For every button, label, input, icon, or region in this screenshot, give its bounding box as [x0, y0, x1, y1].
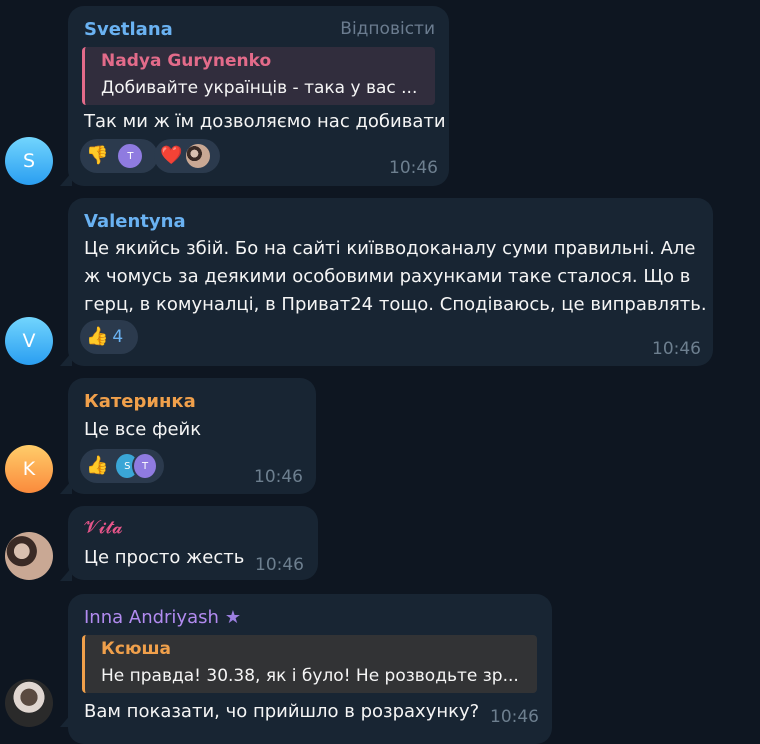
reaction-heart[interactable]: ❤️: [154, 139, 220, 173]
heart-icon: ❤️: [160, 145, 183, 166]
message-text-line-2: ж чомусь за деякими особовими рахунками …: [84, 266, 691, 287]
message-text: Це все фейк: [84, 419, 202, 440]
quoted-text: Добивайте українців - така у вас ...: [101, 78, 418, 98]
message-time: 10:46: [389, 158, 438, 178]
sender-name[interactable]: Valentyna: [84, 211, 186, 232]
message-text-line-3: герц, в комуналці, в Приват24 тощо. Спод…: [84, 294, 707, 315]
message-text: Це просто жесть: [84, 547, 245, 568]
reaction-thumbs-up[interactable]: 👍 4: [80, 320, 138, 354]
reaction-thumbs-down[interactable]: 👎 T: [80, 139, 158, 173]
message-time: 10:46: [255, 555, 304, 575]
message-text-line-1: Це якийсь збій. Бо на сайті київводокана…: [84, 238, 696, 259]
message-time: 10:46: [652, 339, 701, 359]
message-bubble[interactable]: Valentyna Це якийсь збій. Бо на сайті ки…: [68, 198, 713, 366]
reactor-avatar: T: [116, 142, 145, 170]
thumbs-down-icon: 👎: [86, 145, 109, 166]
quoted-sender-name: Ксюша: [101, 639, 172, 659]
quoted-sender-name: Nadya Gurynenko: [101, 51, 272, 71]
message-text: Вам показати, чо прийшло в розрахунку?: [84, 701, 480, 722]
message-text: Так ми ж їм дозволяємо нас добивати: [84, 111, 446, 132]
reaction-count: 4: [112, 327, 124, 347]
sender-name[interactable]: Катеринка: [84, 391, 196, 412]
reactor-avatar: [184, 142, 213, 170]
reply-button[interactable]: Відповісти: [340, 19, 435, 39]
message-bubble[interactable]: Катеринка Це все фейк 👍 S T 10:46: [68, 378, 316, 494]
avatar[interactable]: S: [5, 137, 53, 185]
quoted-text: Не правда! 30.38, як і було! Не розводьт…: [101, 666, 519, 686]
premium-star-icon: ★: [224, 607, 242, 628]
reactor-avatar: T: [132, 452, 158, 480]
avatar[interactable]: V: [5, 317, 53, 365]
message-time: 10:46: [254, 467, 303, 487]
message-bubble[interactable]: Svetlana Відповісти Nadya Gurynenko Доби…: [68, 6, 449, 186]
avatar[interactable]: [5, 679, 53, 727]
message-bubble[interactable]: 𝓥𝓲𝓽𝓪 Це просто жесть 10:46: [68, 506, 318, 580]
quoted-message[interactable]: Ксюша Не правда! 30.38, як і було! Не ро…: [82, 635, 537, 693]
avatar[interactable]: [5, 532, 53, 580]
sender-name[interactable]: Inna Andriyash ★: [84, 607, 241, 628]
sender-name[interactable]: Svetlana: [84, 19, 173, 40]
thumbs-up-icon: 👍: [86, 326, 109, 347]
quoted-message[interactable]: Nadya Gurynenko Добивайте українців - та…: [82, 47, 435, 105]
message-bubble[interactable]: Inna Andriyash ★ Ксюша Не правда! 30.38, …: [68, 594, 552, 744]
thumbs-up-icon: 👍: [86, 455, 109, 476]
reaction-thumbs-up[interactable]: 👍 S T: [80, 449, 164, 483]
message-time: 10:46: [490, 707, 539, 727]
sender-name[interactable]: 𝓥𝓲𝓽𝓪: [84, 517, 123, 538]
avatar[interactable]: K: [5, 445, 53, 493]
